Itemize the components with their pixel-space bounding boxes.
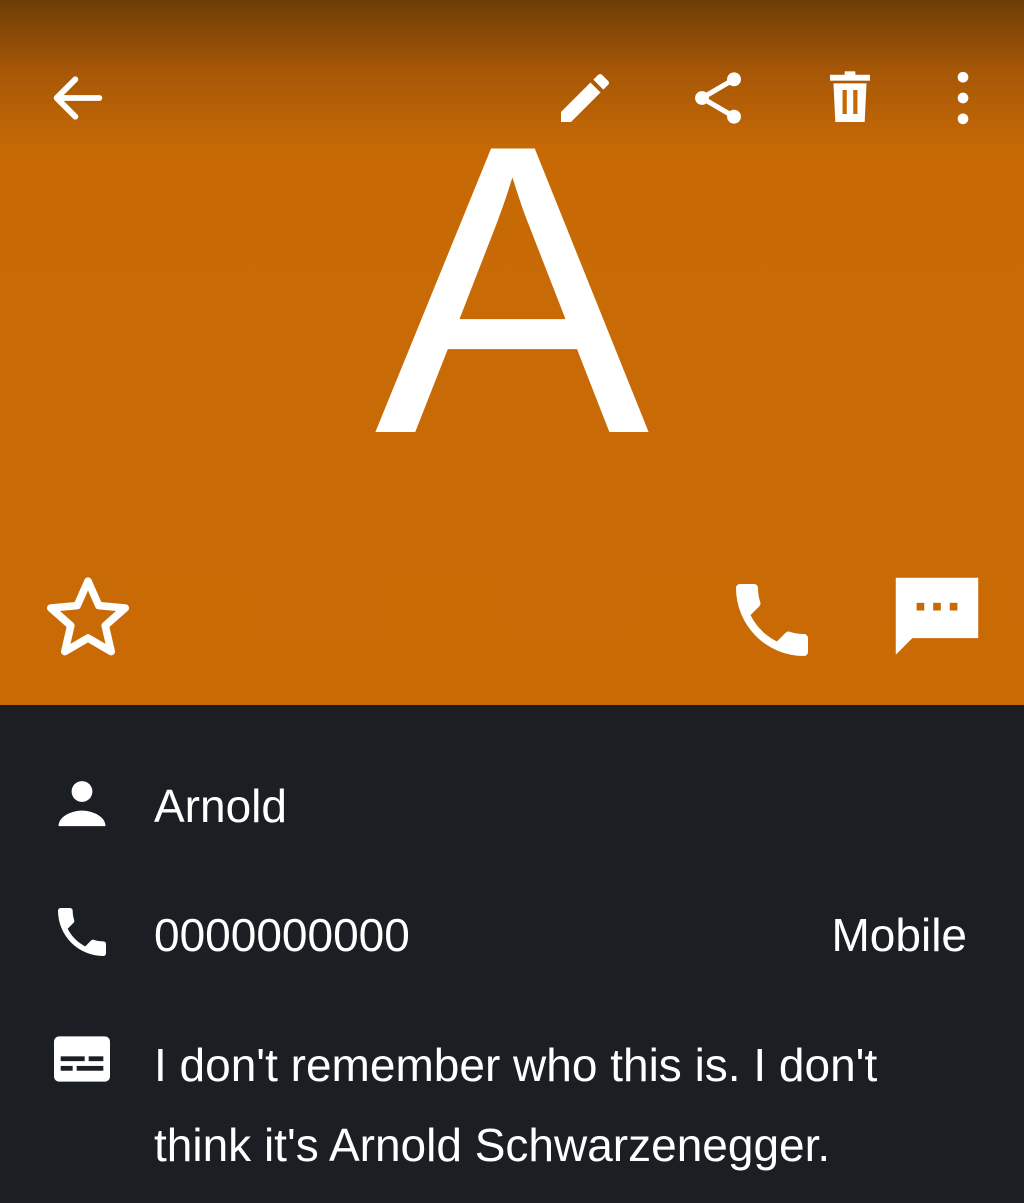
contact-name: Arnold: [154, 780, 287, 832]
favorite-button[interactable]: [40, 570, 136, 666]
notes-icon: [50, 1027, 114, 1091]
arrow-left-icon: [53, 76, 103, 120]
sms-icon: [895, 577, 979, 655]
phone-type: Mobile: [831, 909, 967, 961]
back-button[interactable]: [46, 66, 110, 130]
more-vertical-icon: [957, 71, 969, 125]
contact-details: Arnold 0000000000 Mobile I don't remembe…: [0, 705, 1024, 1203]
trash-icon: [830, 71, 870, 122]
phone-number: 0000000000: [154, 909, 410, 961]
star-outline-icon: [47, 577, 129, 656]
phone-icon: [736, 584, 808, 656]
call-button[interactable]: [724, 572, 820, 668]
message-button[interactable]: [886, 568, 988, 670]
more-options-button[interactable]: [931, 66, 995, 130]
note-line-2: think it's Arnold Schwarzenegger.: [154, 1119, 831, 1171]
phone-icon: [50, 900, 114, 964]
person-icon: [50, 772, 114, 836]
note-line-1: I don't remember who this is. I don't: [154, 1039, 878, 1091]
contact-header: A: [0, 0, 1024, 705]
delete-button[interactable]: [818, 66, 882, 130]
avatar-letter: A: [374, 60, 650, 520]
